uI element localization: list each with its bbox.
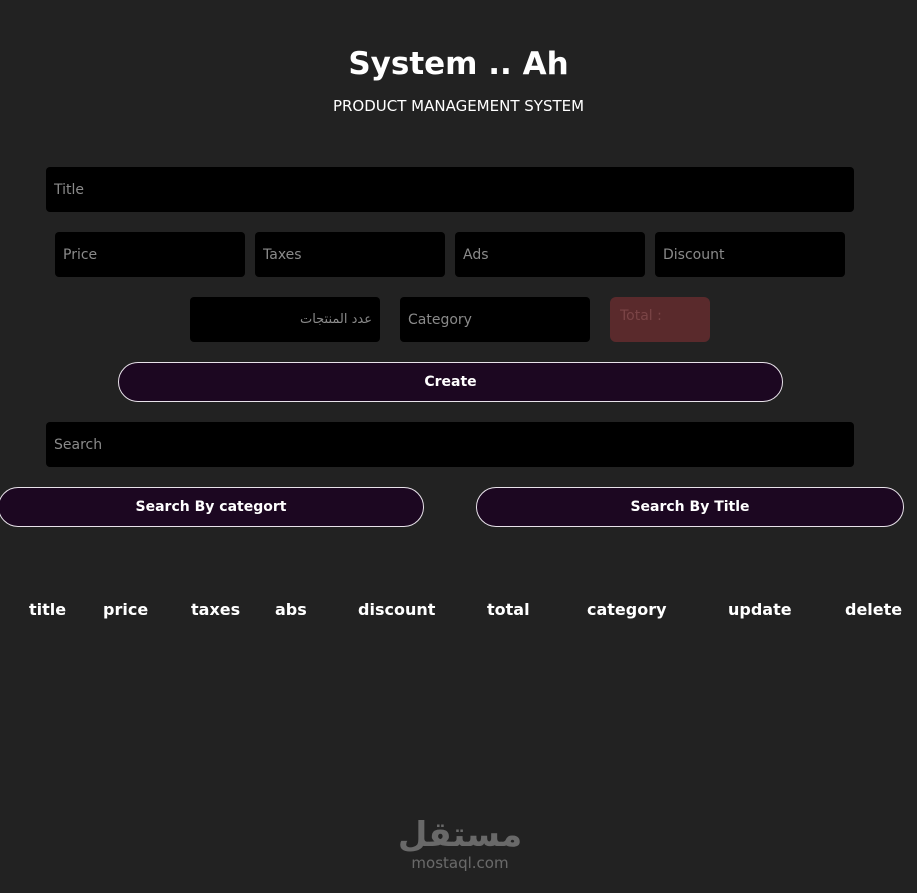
column-header-price: price — [103, 600, 149, 619]
total-display: Total : — [610, 297, 710, 342]
page-subtitle: PRODUCT MANAGEMENT SYSTEM — [332, 97, 585, 115]
column-header-taxes: taxes — [191, 600, 241, 619]
column-header-update: update — [728, 600, 792, 619]
column-header-delete: delete — [845, 600, 903, 619]
column-header-category: category — [587, 600, 667, 619]
create-button[interactable]: Create — [118, 362, 783, 402]
category-input[interactable] — [400, 297, 590, 342]
mostaql-watermark: مستقل mostaql.com — [390, 815, 530, 871]
search-by-title-button[interactable]: Search By Title — [476, 487, 904, 527]
discount-input[interactable] — [655, 232, 845, 277]
search-input[interactable] — [46, 422, 854, 467]
price-input[interactable] — [55, 232, 245, 277]
watermark-latin: mostaql.com — [411, 854, 509, 872]
column-header-discount: discount — [358, 600, 436, 619]
count-input[interactable] — [190, 297, 380, 342]
watermark-arabic: مستقل — [397, 815, 523, 855]
column-header-abs: abs — [275, 600, 307, 619]
title-input[interactable] — [46, 167, 854, 212]
page-title: System .. Ah — [348, 46, 569, 82]
ads-input[interactable] — [455, 232, 645, 277]
column-header-total: total — [487, 600, 530, 619]
column-header-title: title — [29, 600, 67, 619]
search-by-category-button[interactable]: Search By categort — [0, 487, 424, 527]
page-header: System .. Ah PRODUCT MANAGEMENT SYSTEM — [0, 40, 917, 116]
taxes-input[interactable] — [255, 232, 445, 277]
